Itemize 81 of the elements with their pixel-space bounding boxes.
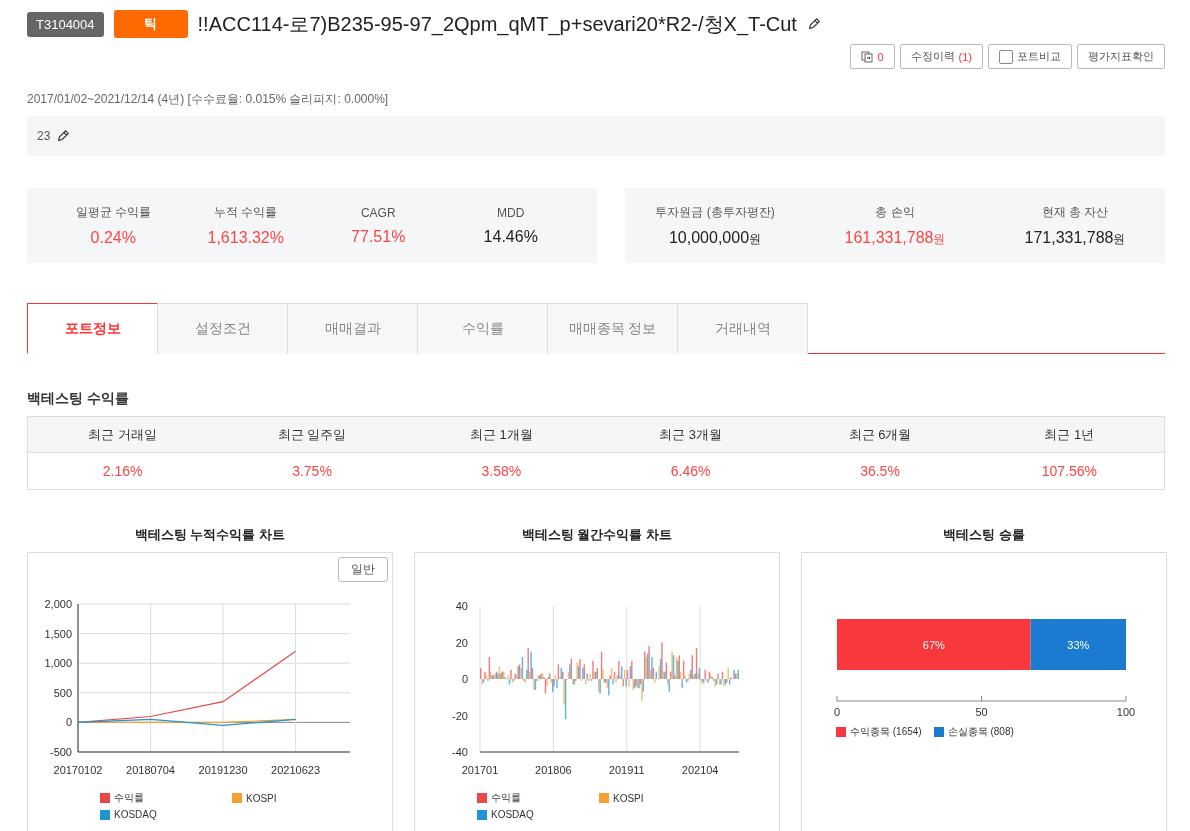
axis-label: 100 [1116, 706, 1136, 718]
stat-value: 171,331,788원 [1024, 228, 1126, 248]
tab[interactable]: 설정조건 [157, 303, 288, 354]
history-button[interactable]: 수정이력 (1) [899, 44, 983, 69]
axis-label: 201701 [461, 764, 499, 776]
axis-label: 1,500 [44, 627, 72, 640]
table-cell-text: 3.58% [480, 462, 523, 481]
tab[interactable]: 매매종목 정보 [547, 303, 678, 354]
axis-label: 50 [975, 706, 988, 718]
axis-label: -20 [452, 709, 468, 722]
chart-title: 백테스팅 월간수익률 차트 [521, 526, 673, 544]
legend-item: KOSDAQ [477, 809, 587, 820]
axis-label: 40 [455, 600, 468, 612]
axis-label: 0 [461, 673, 468, 685]
tab[interactable]: 수익률 [417, 303, 548, 354]
compare-button[interactable]: 포트비교 [988, 44, 1072, 69]
axis-label: 1,000 [44, 657, 72, 670]
tab[interactable]: 포트정보 [27, 303, 158, 354]
stat-value: 14.46% [483, 227, 538, 246]
strategy-code: T3104004 [27, 11, 104, 37]
copy-icon [861, 50, 874, 63]
table-cell-text: 36.5% [859, 462, 901, 481]
pencil-icon[interactable] [56, 129, 71, 143]
tab[interactable]: 거래내역 [677, 303, 808, 354]
table-cell-text: 3.75% [291, 462, 333, 481]
copy-button[interactable]: 0 [850, 44, 895, 69]
tab[interactable]: 매매결과 [287, 303, 418, 354]
stat-label: 일평균 수익률 [75, 204, 151, 221]
column-header: 최근 1개월 [406, 417, 596, 453]
legend-item: KOSPI [599, 791, 709, 805]
pencil-icon[interactable] [806, 17, 821, 31]
axis-label: -500 [49, 746, 72, 758]
legend-item: 수익률 [477, 791, 587, 805]
stat-value: 0.24% [90, 229, 136, 247]
column-header: 최근 3개월 [596, 417, 786, 453]
stat-value: 161,331,788원 [844, 228, 946, 248]
axis-label: 20180704 [126, 764, 175, 776]
strategy-title: !!ACC114-로7)B235-95-97_2Qpm_qMT_p+sevari20*R2-/청X_T-Cut [197, 11, 797, 38]
table-cell-text: 6.46% [669, 462, 712, 481]
stat-label: 총 손익 [875, 203, 915, 221]
axis-label: 20 [455, 636, 468, 649]
legend-item: 수익률 [100, 791, 220, 805]
table-cell-text: 107.56% [1040, 462, 1098, 481]
legend-item: KOSDAQ [100, 809, 220, 820]
stat-label: 누적 수익률 [214, 204, 278, 221]
mode-button[interactable]: 일반 [338, 557, 388, 582]
stat-label: MDD [497, 205, 525, 220]
stat-label: CAGR [360, 205, 396, 220]
table-cell-text: 2.16% [101, 462, 144, 481]
stat-value: 77.51% [351, 227, 406, 246]
axis-label: 500 [53, 686, 72, 699]
legend-item: KOSPI [232, 791, 352, 805]
axis-label: 20210623 [271, 764, 321, 776]
axis-label: 0 [833, 706, 841, 718]
axis-label: 201911 [608, 764, 645, 776]
column-header: 최근 6개월 [785, 417, 975, 453]
axis-label: -40 [452, 746, 468, 758]
stat-value: 1,613.32% [207, 229, 284, 247]
axis-label: 202104 [681, 764, 719, 776]
stat-label: 현재 총 자산 [1041, 203, 1109, 221]
value-label: 33% [1067, 638, 1090, 651]
value-label: 67% [922, 638, 945, 651]
column-header: 최근 일주일 [217, 417, 407, 453]
type-badge: 틱 [113, 10, 188, 38]
stat-value: 10,000,000원 [668, 228, 762, 248]
column-header: 최근 1년 [974, 417, 1164, 453]
axis-label: 2,000 [44, 598, 72, 610]
stat-label: 투자원금 (총투자평잔) [655, 203, 775, 221]
legend-item: 수익종목 (1654) [836, 725, 922, 739]
chart-title: 백테스팅 승률 [943, 526, 1025, 544]
axis-label: 20191230 [198, 764, 248, 776]
axis-label: 201806 [535, 764, 572, 776]
axis-label: 0 [65, 716, 72, 729]
metrics-button[interactable]: 평가지표확인 [1077, 44, 1165, 69]
chart-title: 백테스팅 누적수익률 차트 [134, 526, 286, 544]
period-text: 2017/01/02~2021/12/14 (4년) [수수료율: 0.015% 슬리피지: 0.000%] [27, 91, 390, 108]
axis-label: 20170102 [53, 764, 103, 776]
column-header: 최근 거래일 [28, 417, 218, 453]
legend-item: 손실종목 (808) [933, 725, 1014, 739]
memo-text: 23 [37, 129, 51, 143]
section-title: 백테스팅 수익률 [27, 390, 130, 408]
